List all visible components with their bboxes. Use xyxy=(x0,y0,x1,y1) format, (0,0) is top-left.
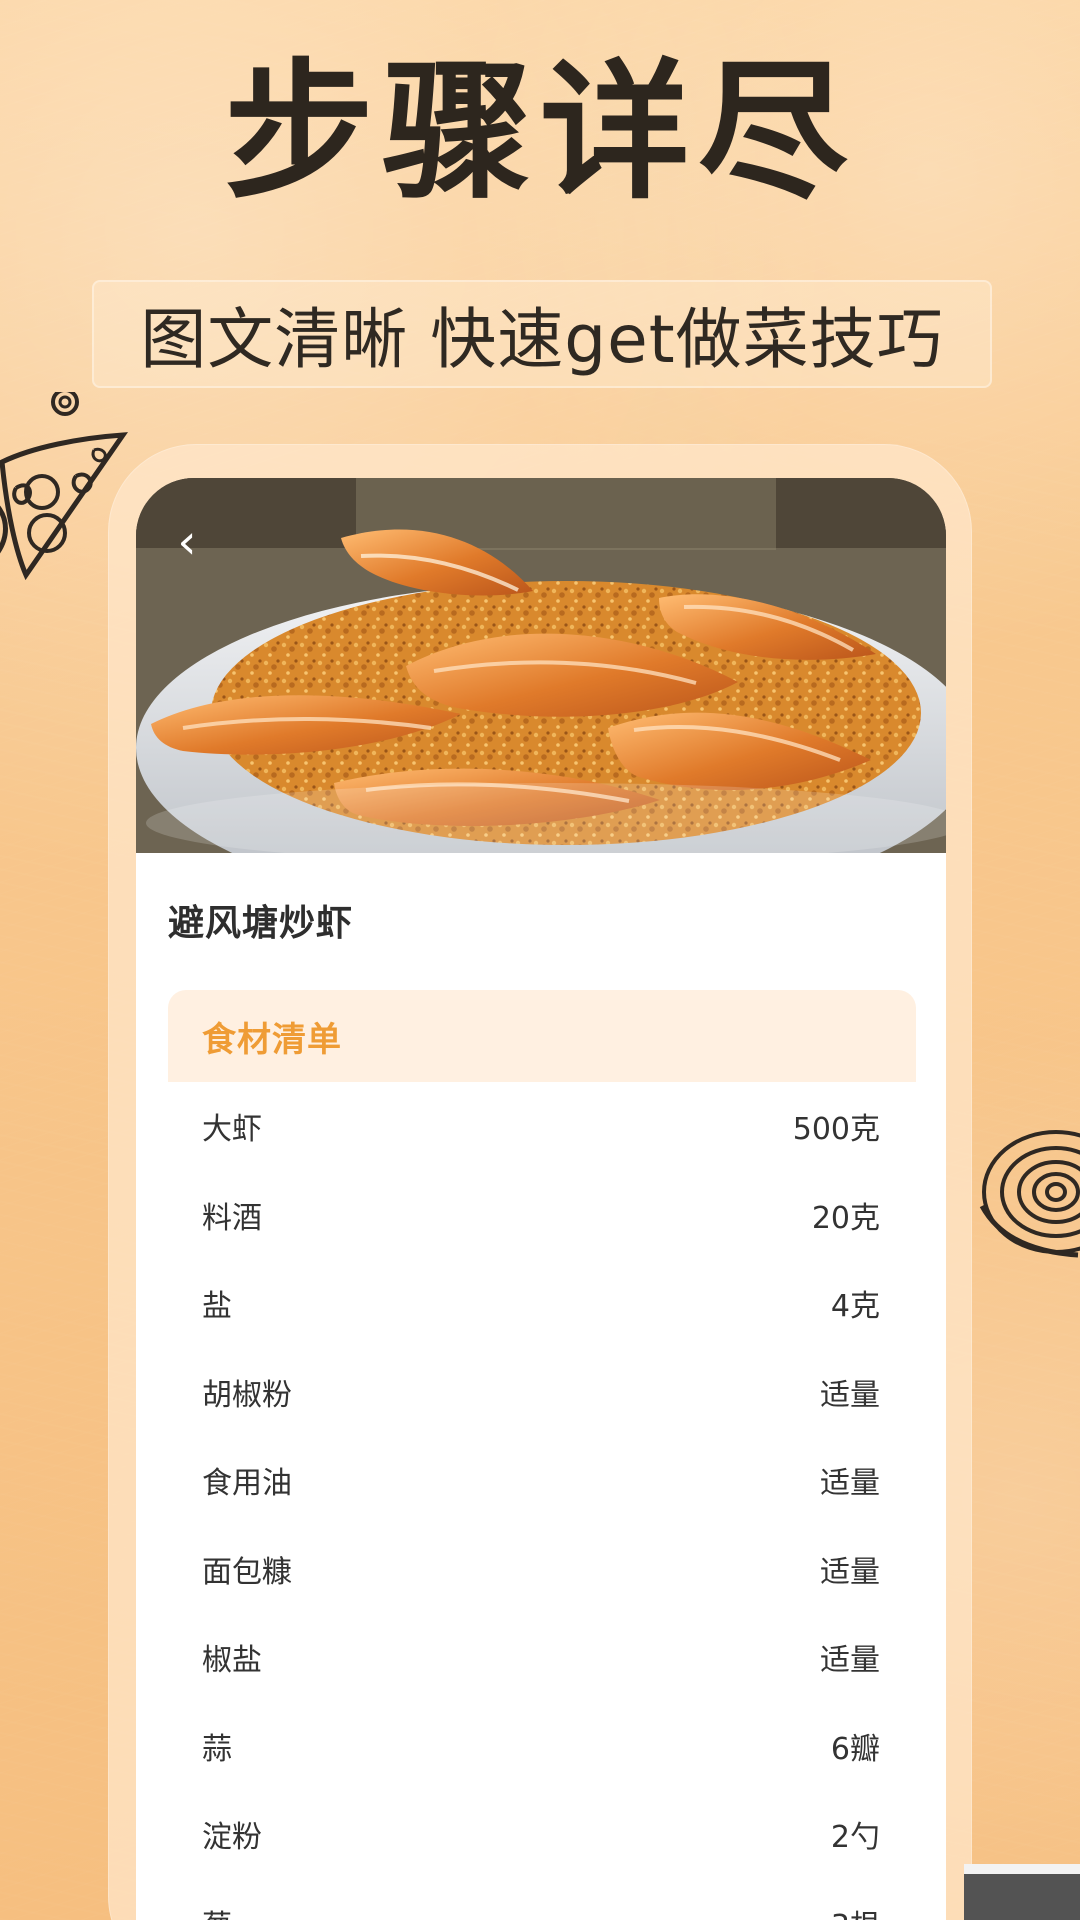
ingredient-row: 食用油 适量 xyxy=(168,1436,916,1525)
ingredient-name: 椒盐 xyxy=(202,1643,262,1679)
ingredient-name: 面包糠 xyxy=(202,1554,292,1590)
ingredient-amount: 适量 xyxy=(820,1466,880,1502)
ingredient-name: 葱 xyxy=(202,1901,232,1920)
ingredient-amount: 4克 xyxy=(830,1289,880,1325)
ingredient-row: 蒜 6瓣 xyxy=(168,1701,916,1790)
ingredient-name: 大虾 xyxy=(202,1112,262,1148)
ingredients-title: 食材清单 xyxy=(202,1019,342,1060)
recipe-card: 避风塘炒虾 食材清单 大虾 500克 料酒 20克 盐 4克 胡椒粉 适量 食用… xyxy=(136,858,946,1920)
ingredient-name: 盐 xyxy=(202,1289,232,1325)
ingredient-row: 大虾 500克 xyxy=(168,1082,916,1171)
ingredient-name: 食用油 xyxy=(202,1466,292,1502)
recipe-screen: ‹ 避风塘炒虾 食材清单 大虾 500克 料酒 20克 盐 4克 胡椒粉 适量 … xyxy=(136,478,946,1920)
ingredient-amount: 2勺 xyxy=(830,1820,880,1856)
recipe-title: 避风塘炒虾 xyxy=(168,903,354,944)
back-button[interactable]: ‹ xyxy=(162,512,212,572)
ingredient-row: 葱 3根 xyxy=(168,1878,916,1920)
ingredient-amount: 适量 xyxy=(820,1554,880,1590)
dish-photo: ‹ xyxy=(136,478,946,853)
ingredient-row: 胡椒粉 适量 xyxy=(168,1347,916,1436)
ingredient-amount: 适量 xyxy=(820,1377,880,1413)
ingredient-row: 淀粉 2勺 xyxy=(168,1790,916,1879)
ingredient-row: 面包糠 适量 xyxy=(168,1524,916,1613)
ingredient-amount: 20克 xyxy=(811,1200,880,1236)
chevron-left-icon: ‹ xyxy=(177,514,197,570)
ingredient-amount: 适量 xyxy=(820,1643,880,1679)
headline: 步骤详尽 xyxy=(223,46,856,220)
ingredients-header: 食材清单 xyxy=(168,990,916,1082)
ingredient-name: 料酒 xyxy=(202,1200,262,1236)
ingredient-name: 胡椒粉 xyxy=(202,1377,292,1413)
ingredient-name: 蒜 xyxy=(202,1731,232,1767)
ingredient-amount: 3根 xyxy=(831,1901,880,1920)
subtitle-text: 图文清晰 快速get做菜技巧 xyxy=(140,301,944,378)
promo-page: 步骤详尽 图文清晰 快速get做菜技巧 ‹ 避风塘炒虾 食材清单 大虾 500克… xyxy=(0,0,1080,1920)
ingredient-row: 椒盐 适量 xyxy=(168,1613,916,1702)
ingredient-name: 淀粉 xyxy=(202,1820,262,1856)
ingredient-amount: 500克 xyxy=(792,1112,880,1148)
ingredient-amount: 6瓣 xyxy=(830,1731,880,1767)
ingredient-row: 盐 4克 xyxy=(168,1259,916,1348)
subtitle-banner: 图文清晰 快速get做菜技巧 xyxy=(92,280,992,388)
tree-ring-icon xyxy=(979,1130,1080,1258)
ingredients-section: 食材清单 大虾 500克 料酒 20克 盐 4克 胡椒粉 适量 食用油 适量 面… xyxy=(168,990,916,1920)
ingredient-row: 料酒 20克 xyxy=(168,1170,916,1259)
corner-thumbnail xyxy=(964,1864,1080,1920)
dish-illustration xyxy=(136,478,946,853)
